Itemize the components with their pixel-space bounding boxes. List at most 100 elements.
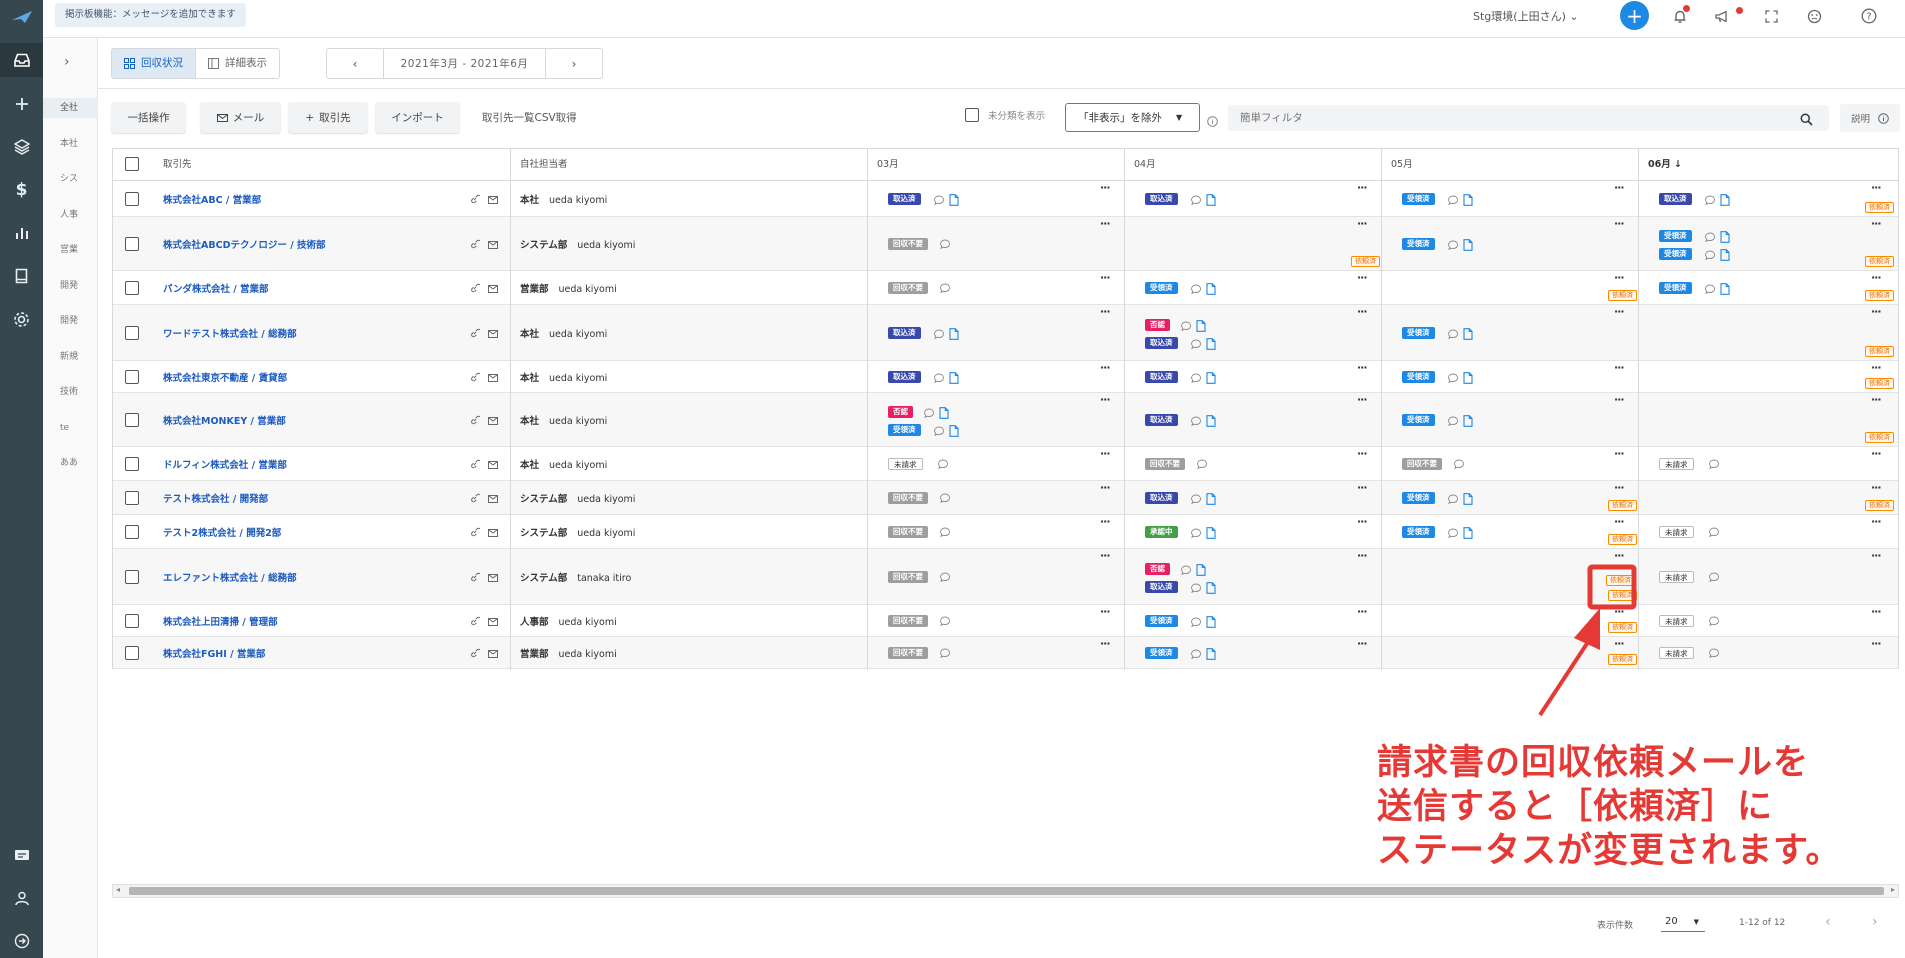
- next-page-button[interactable]: ›: [1872, 914, 1878, 930]
- cell-menu-button[interactable]: ···: [1357, 181, 1368, 194]
- cell-menu-button[interactable]: ···: [1100, 447, 1111, 460]
- status-icons[interactable]: [1191, 194, 1216, 206]
- cell-menu-button[interactable]: ···: [1871, 605, 1882, 618]
- col-header-april[interactable]: 04月: [1134, 149, 1156, 181]
- cell-menu-button[interactable]: ···: [1357, 605, 1368, 618]
- status-badge[interactable]: 未請求: [1659, 526, 1694, 538]
- cell-menu-button[interactable]: ···: [1357, 515, 1368, 528]
- table-row[interactable]: ワードテスト株式会社 / 総務部 本社 ueda kiyomi ··· 取込済 ··· 否認…: [113, 305, 1898, 361]
- row-checkbox[interactable]: [125, 237, 139, 251]
- row-checkbox[interactable]: [125, 525, 139, 539]
- mail-icon[interactable]: [488, 367, 498, 386]
- add-icon[interactable]: [0, 89, 43, 119]
- client-name-link[interactable]: エレファント株式会社 / 総務部: [163, 570, 297, 584]
- status-badge[interactable]: 否認: [1145, 319, 1170, 331]
- col-header-owner[interactable]: 自社担当者: [520, 149, 568, 181]
- row-checkbox[interactable]: [125, 326, 139, 340]
- cell-menu-button[interactable]: ···: [1357, 481, 1368, 494]
- client-name-link[interactable]: ドルフィン株式会社 / 営業部: [163, 457, 287, 471]
- info-icon[interactable]: [1207, 112, 1218, 131]
- cell-menu-button[interactable]: ···: [1357, 271, 1368, 284]
- status-icons[interactable]: [1709, 648, 1719, 658]
- cell-menu-button[interactable]: ···: [1357, 549, 1368, 562]
- row-checkbox[interactable]: [125, 370, 139, 384]
- mail-icon[interactable]: [488, 278, 498, 297]
- link-icon[interactable]: [470, 643, 481, 662]
- help-icon[interactable]: ?: [1859, 6, 1879, 26]
- status-badge[interactable]: 受領済: [1402, 238, 1435, 250]
- status-badge[interactable]: 承認中: [1145, 526, 1178, 538]
- status-badge[interactable]: 取込済: [888, 371, 921, 383]
- cell-menu-button[interactable]: ···: [1100, 637, 1111, 650]
- mail-icon[interactable]: [488, 410, 498, 429]
- status-badge[interactable]: 回収不要: [888, 492, 928, 504]
- status-badge[interactable]: 受領済: [1659, 248, 1692, 260]
- status-badge[interactable]: 取込済: [888, 327, 921, 339]
- link-icon[interactable]: [470, 567, 481, 586]
- subnav-item[interactable]: 開発: [43, 311, 98, 331]
- status-badge[interactable]: 受領済: [1402, 492, 1435, 504]
- status-icons[interactable]: [1181, 320, 1206, 332]
- client-name-link[interactable]: 株式会社MONKEY / 営業部: [163, 413, 286, 427]
- client-name-link[interactable]: パンダ株式会社 / 営業部: [163, 281, 269, 295]
- subnav-item[interactable]: te: [43, 418, 98, 438]
- tab-detail-view[interactable]: 詳細表示: [195, 49, 279, 78]
- row-checkbox[interactable]: [125, 457, 139, 471]
- link-icon[interactable]: [470, 522, 481, 541]
- status-icons[interactable]: [940, 239, 950, 249]
- cell-menu-button[interactable]: ···: [1614, 447, 1625, 460]
- table-row[interactable]: 株式会社東京不動産 / 賃貸部 本社 ueda kiyomi ··· 取込済 ··· 取込済…: [113, 361, 1898, 393]
- status-badge[interactable]: 否認: [1145, 563, 1170, 575]
- cell-menu-button[interactable]: ···: [1614, 305, 1625, 318]
- table-row[interactable]: パンダ株式会社 / 営業部 営業部 ueda kiyomi ··· 回収不要 ··· 受領済…: [113, 271, 1898, 305]
- status-badge[interactable]: 受領済: [1402, 327, 1435, 339]
- status-icons[interactable]: [1191, 372, 1216, 384]
- status-badge[interactable]: 受領済: [1145, 615, 1178, 627]
- client-name-link[interactable]: 株式会社上田清掃 / 管理部: [163, 614, 278, 628]
- cell-menu-button[interactable]: ···: [1100, 393, 1111, 406]
- status-badge[interactable]: 未請求: [1659, 458, 1694, 470]
- status-badge[interactable]: 受領済: [1145, 282, 1178, 294]
- subnav-item[interactable]: 人事: [43, 205, 98, 225]
- scrollbar-thumb[interactable]: [129, 887, 1884, 895]
- cell-menu-button[interactable]: ···: [1357, 447, 1368, 460]
- environment-selector[interactable]: Stg環境(上田さん) ⌄: [1473, 8, 1579, 24]
- select-all-checkbox[interactable]: [125, 157, 139, 171]
- user-icon[interactable]: [0, 883, 43, 913]
- client-name-link[interactable]: テスト株式会社 / 開発部: [163, 491, 268, 505]
- status-badge[interactable]: 取込済: [1145, 337, 1178, 349]
- status-icons[interactable]: [940, 283, 950, 293]
- logout-icon[interactable]: [0, 926, 43, 956]
- face-icon[interactable]: [1804, 6, 1824, 26]
- status-icons[interactable]: [1705, 249, 1730, 261]
- cell-menu-button[interactable]: ···: [1614, 515, 1625, 528]
- status-badge[interactable]: 回収不要: [888, 615, 928, 627]
- table-row[interactable]: 株式会社ABC / 営業部 本社 ueda kiyomi ··· 取込済 ··· 取込済 ··…: [113, 181, 1898, 217]
- mail-icon[interactable]: [488, 611, 498, 630]
- quick-filter-input[interactable]: [1228, 105, 1829, 131]
- row-checkbox[interactable]: [125, 646, 139, 660]
- mail-icon[interactable]: [488, 643, 498, 662]
- status-badge[interactable]: 受領済: [1659, 282, 1692, 294]
- status-badge[interactable]: 未請求: [888, 458, 923, 470]
- client-name-link[interactable]: テスト2株式会社 / 開発2部: [163, 525, 281, 539]
- scroll-right-icon[interactable]: ▸: [1891, 885, 1895, 894]
- cell-menu-button[interactable]: ···: [1871, 549, 1882, 562]
- mail-icon[interactable]: [488, 522, 498, 541]
- col-header-march[interactable]: 03月: [877, 149, 899, 181]
- status-icons[interactable]: [940, 493, 950, 503]
- cell-menu-button[interactable]: ···: [1100, 549, 1111, 562]
- cell-menu-button[interactable]: ···: [1614, 481, 1625, 494]
- status-icons[interactable]: [1448, 527, 1473, 539]
- cell-menu-button[interactable]: ···: [1100, 481, 1111, 494]
- link-icon[interactable]: [470, 611, 481, 630]
- status-icons[interactable]: [1191, 527, 1216, 539]
- cell-menu-button[interactable]: ···: [1871, 393, 1882, 406]
- notice-banner[interactable]: 掲示板機能：メッセージを追加できます: [55, 3, 246, 27]
- subnav-item[interactable]: 営業: [43, 240, 98, 260]
- inbox-icon[interactable]: [0, 43, 43, 77]
- scroll-left-icon[interactable]: ◂: [116, 885, 120, 894]
- next-range-button[interactable]: ›: [546, 49, 602, 78]
- status-icons[interactable]: [1448, 372, 1473, 384]
- status-badge[interactable]: 受領済: [1659, 230, 1692, 242]
